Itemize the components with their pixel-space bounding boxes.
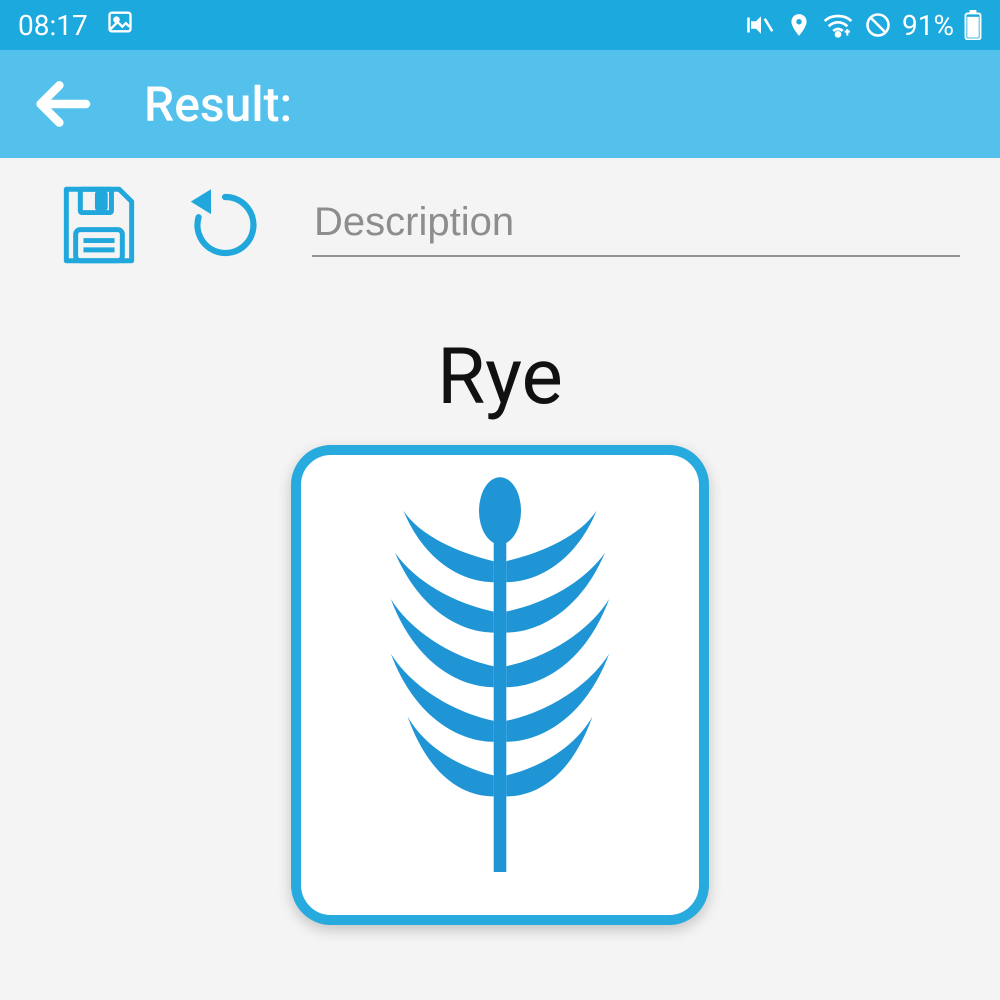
wheat-icon xyxy=(370,473,630,897)
undo-button[interactable] xyxy=(183,183,267,267)
status-time: 08:17 xyxy=(18,9,88,42)
status-left: 08:17 xyxy=(18,8,134,43)
status-right: 91% xyxy=(746,9,982,42)
back-button[interactable] xyxy=(30,72,94,136)
wifi-icon xyxy=(822,11,854,39)
toolbar xyxy=(0,158,1000,277)
page-title: Result: xyxy=(144,76,292,133)
vibrate-mute-icon xyxy=(746,10,776,40)
result-name: Rye xyxy=(437,332,563,423)
image-icon xyxy=(106,8,134,43)
result-card[interactable] xyxy=(291,445,709,925)
battery-percent: 91% xyxy=(902,9,954,42)
app-bar: Result: xyxy=(0,50,1000,158)
status-bar: 08:17 xyxy=(0,0,1000,50)
description-input[interactable] xyxy=(312,194,960,257)
battery-icon xyxy=(964,10,982,40)
location-icon xyxy=(786,12,812,38)
result-content: Rye xyxy=(0,277,1000,925)
no-sim-icon xyxy=(864,11,892,39)
save-button[interactable] xyxy=(60,183,138,267)
